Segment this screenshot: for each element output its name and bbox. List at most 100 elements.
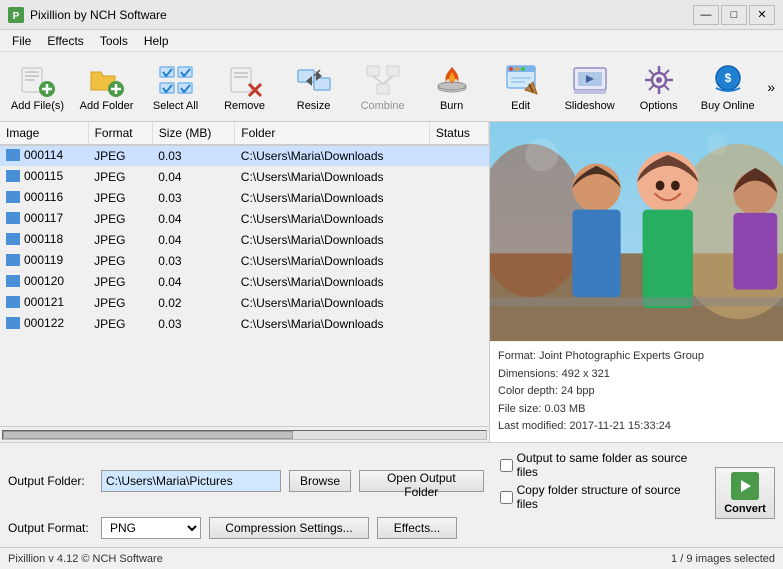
preview-format: Format: Joint Photographic Experts Group: [498, 348, 775, 366]
table-row[interactable]: 000121 JPEG 0.02 C:\Users\Maria\Download…: [0, 293, 489, 314]
slideshow-icon: [572, 62, 608, 98]
remove-icon: [227, 62, 263, 98]
col-size[interactable]: Size (MB): [152, 122, 235, 145]
menu-help[interactable]: Help: [136, 32, 177, 50]
maximize-button[interactable]: □: [721, 5, 747, 25]
burn-button[interactable]: Burn: [418, 56, 485, 118]
table-row[interactable]: 000116 JPEG 0.03 C:\Users\Maria\Download…: [0, 188, 489, 209]
table-row[interactable]: 000115 JPEG 0.04 C:\Users\Maria\Download…: [0, 167, 489, 188]
menu-effects[interactable]: Effects: [39, 32, 91, 50]
cell-image: 000117: [0, 209, 88, 230]
cell-format: JPEG: [88, 251, 152, 272]
table-row[interactable]: 000119 JPEG 0.03 C:\Users\Maria\Download…: [0, 251, 489, 272]
file-icon: [6, 191, 20, 203]
copy-structure-checkbox-label[interactable]: Copy folder structure of source files: [500, 483, 705, 511]
horizontal-scrollbar[interactable]: [0, 426, 489, 442]
cell-format: JPEG: [88, 145, 152, 167]
table-row[interactable]: 000118 JPEG 0.04 C:\Users\Maria\Download…: [0, 230, 489, 251]
browse-button[interactable]: Browse: [289, 470, 351, 492]
cell-folder: C:\Users\Maria\Downloads: [235, 209, 430, 230]
preview-dimensions: Dimensions: 492 x 321: [498, 366, 775, 384]
convert-button[interactable]: Convert: [715, 467, 775, 519]
svg-text:P: P: [13, 11, 20, 22]
add-files-icon: [20, 62, 56, 98]
cell-folder: C:\Users\Maria\Downloads: [235, 188, 430, 209]
hscroll-track[interactable]: [2, 430, 487, 440]
cell-folder: C:\Users\Maria\Downloads: [235, 272, 430, 293]
statusbar: Pixillion v 4.12 © NCH Software 1 / 9 im…: [0, 547, 783, 569]
options-label: Options: [640, 100, 678, 112]
toolbar-overflow-button[interactable]: »: [763, 75, 779, 99]
preview-last-modified: Last modified: 2017-11-21 15:33:24: [498, 418, 775, 436]
remove-button[interactable]: Remove: [211, 56, 278, 118]
cell-size: 0.04: [152, 209, 235, 230]
hscroll-thumb[interactable]: [3, 431, 293, 439]
file-icon: [6, 149, 20, 161]
compression-settings-button[interactable]: Compression Settings...: [209, 517, 369, 539]
select-all-button[interactable]: Select All: [142, 56, 209, 118]
options-button[interactable]: Options: [625, 56, 692, 118]
col-folder[interactable]: Folder: [235, 122, 430, 145]
file-icon: [6, 254, 20, 266]
copy-structure-checkbox[interactable]: [500, 491, 513, 504]
preview-file-size: File size: 0.03 MB: [498, 401, 775, 419]
cell-folder: C:\Users\Maria\Downloads: [235, 314, 430, 335]
col-status[interactable]: Status: [429, 122, 488, 145]
cell-status: [429, 145, 488, 167]
table-row[interactable]: 000114 JPEG 0.03 C:\Users\Maria\Download…: [0, 145, 489, 167]
cell-image: 000119: [0, 251, 88, 272]
slideshow-button[interactable]: Slideshow: [556, 56, 623, 118]
svg-text:$: $: [724, 71, 731, 85]
file-icon: [6, 233, 20, 245]
menu-tools[interactable]: Tools: [92, 32, 136, 50]
remove-label: Remove: [224, 100, 265, 112]
output-folder-row: Output Folder: Browse Open Output Folder…: [8, 451, 775, 511]
effects-button[interactable]: Effects...: [377, 517, 457, 539]
app-icon: P: [8, 7, 24, 23]
select-all-label: Select All: [153, 100, 198, 112]
output-format-select[interactable]: PNG: [101, 517, 201, 539]
cell-format: JPEG: [88, 272, 152, 293]
cell-status: [429, 293, 488, 314]
open-output-button[interactable]: Open Output Folder: [359, 470, 484, 492]
resize-label: Resize: [297, 100, 331, 112]
file-icon: [6, 275, 20, 287]
edit-button[interactable]: Edit: [487, 56, 554, 118]
col-format[interactable]: Format: [88, 122, 152, 145]
options-icon: [641, 62, 677, 98]
table-row[interactable]: 000122 JPEG 0.03 C:\Users\Maria\Download…: [0, 314, 489, 335]
output-folder-input[interactable]: [101, 470, 281, 492]
close-button[interactable]: ✕: [749, 5, 775, 25]
cell-image: 000116: [0, 188, 88, 209]
status-right: 1 / 9 images selected: [671, 553, 775, 565]
minimize-button[interactable]: —: [693, 5, 719, 25]
add-folder-button[interactable]: Add Folder: [73, 56, 140, 118]
file-icon: [6, 317, 20, 329]
cell-image: 000115: [0, 167, 88, 188]
combine-label: Combine: [361, 100, 405, 112]
cell-folder: C:\Users\Maria\Downloads: [235, 230, 430, 251]
resize-button[interactable]: Resize: [280, 56, 347, 118]
app-title: Pixillion by NCH Software: [30, 8, 167, 22]
table-row[interactable]: 000117 JPEG 0.04 C:\Users\Maria\Download…: [0, 209, 489, 230]
cell-image: 000118: [0, 230, 88, 251]
buy-online-button[interactable]: $ Buy Online: [694, 56, 761, 118]
cell-status: [429, 209, 488, 230]
same-folder-checkbox-label[interactable]: Output to same folder as source files: [500, 451, 705, 479]
buy-online-icon: $: [710, 62, 746, 98]
cell-size: 0.03: [152, 314, 235, 335]
file-list-scroll[interactable]: Image Format Size (MB) Folder Status 000…: [0, 122, 489, 426]
cell-size: 0.04: [152, 167, 235, 188]
table-row[interactable]: 000120 JPEG 0.04 C:\Users\Maria\Download…: [0, 272, 489, 293]
add-files-label: Add File(s): [11, 100, 64, 112]
combine-button[interactable]: Combine: [349, 56, 416, 118]
main-content: Image Format Size (MB) Folder Status 000…: [0, 122, 783, 442]
add-files-button[interactable]: Add File(s): [4, 56, 71, 118]
cell-format: JPEG: [88, 209, 152, 230]
col-image[interactable]: Image: [0, 122, 88, 145]
cell-format: JPEG: [88, 293, 152, 314]
combine-icon: [365, 62, 401, 98]
burn-label: Burn: [440, 100, 463, 112]
same-folder-checkbox[interactable]: [500, 459, 513, 472]
menu-file[interactable]: File: [4, 32, 39, 50]
